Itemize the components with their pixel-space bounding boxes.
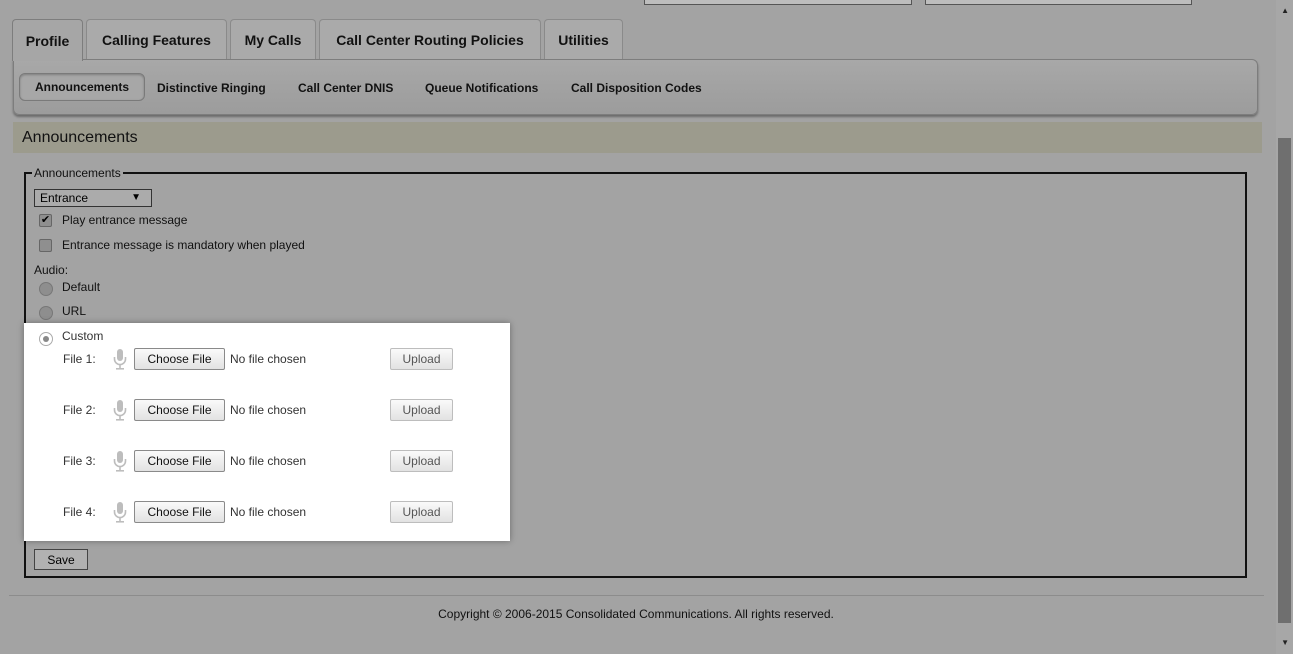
microphone-icon [113, 502, 127, 523]
file-label: File 2: [63, 403, 96, 417]
audio-url-radio[interactable] [39, 306, 53, 320]
choose-file-button[interactable]: Choose File [134, 399, 225, 421]
tab-calling-features[interactable]: Calling Features [86, 19, 227, 59]
audio-url-label: URL [62, 304, 87, 318]
audio-default-label: Default [62, 280, 101, 294]
audio-label: Audio: [34, 263, 69, 277]
microphone-icon [113, 349, 127, 370]
play-entrance-checkbox[interactable]: ✔ [39, 214, 52, 227]
mandatory-label: Entrance message is mandatory when playe… [62, 238, 305, 252]
microphone-icon [113, 400, 127, 421]
tab-call-center-routing-policies[interactable]: Call Center Routing Policies [319, 19, 541, 59]
file-status: No file chosen [230, 403, 307, 417]
subnav-call-disposition-codes[interactable]: Call Disposition Codes [571, 81, 702, 95]
scroll-thumb[interactable] [1278, 138, 1291, 623]
scroll-up-icon[interactable]: ▲ [1281, 6, 1289, 15]
subnav-queue-notifications[interactable]: Queue Notifications [425, 81, 538, 95]
subnav-announcements[interactable]: Announcements [19, 73, 145, 101]
footer-copyright: Copyright © 2006-2015 Consolidated Commu… [438, 607, 834, 621]
file-label: File 3: [63, 454, 96, 468]
choose-file-button[interactable]: Choose File [134, 348, 225, 370]
fieldset-legend: Announcements [34, 166, 121, 180]
scroll-down-icon[interactable]: ▼ [1281, 638, 1289, 647]
vertical-scrollbar[interactable]: ▲ ▼ [1276, 0, 1293, 654]
tab-profile[interactable]: Profile [12, 19, 83, 61]
section-title: Announcements [22, 128, 138, 146]
top-input-right[interactable] [925, 0, 1192, 5]
upload-button[interactable]: Upload [390, 501, 453, 523]
chevron-down-icon: ▼ [131, 192, 141, 203]
announcement-type-select[interactable]: Entrance ▼ [34, 189, 152, 207]
upload-button[interactable]: Upload [390, 348, 453, 370]
microphone-icon [113, 451, 127, 472]
save-button[interactable]: Save [34, 549, 88, 570]
audio-custom-radio[interactable] [39, 332, 53, 346]
choose-file-button[interactable]: Choose File [134, 450, 225, 472]
subnav-call-center-dnis[interactable]: Call Center DNIS [298, 81, 393, 95]
subnav-distinctive-ringing[interactable]: Distinctive Ringing [157, 81, 266, 95]
audio-custom-label: Custom [62, 329, 104, 343]
tab-utilities[interactable]: Utilities [544, 19, 623, 59]
footer-divider [9, 595, 1264, 596]
file-status: No file chosen [230, 352, 307, 366]
select-value: Entrance [40, 191, 89, 205]
file-label: File 1: [63, 352, 96, 366]
section-header: Announcements [13, 122, 1262, 153]
top-input-left[interactable] [644, 0, 912, 5]
checkmark-icon: ✔ [40, 214, 51, 226]
file-status: No file chosen [230, 454, 307, 468]
audio-default-radio[interactable] [39, 282, 53, 296]
choose-file-button[interactable]: Choose File [134, 501, 225, 523]
file-status: No file chosen [230, 505, 307, 519]
mandatory-checkbox[interactable] [39, 239, 52, 252]
play-entrance-label: Play entrance message [62, 213, 188, 227]
file-label: File 4: [63, 505, 96, 519]
upload-button[interactable]: Upload [390, 450, 453, 472]
tab-my-calls[interactable]: My Calls [230, 19, 316, 59]
upload-button[interactable]: Upload [390, 399, 453, 421]
